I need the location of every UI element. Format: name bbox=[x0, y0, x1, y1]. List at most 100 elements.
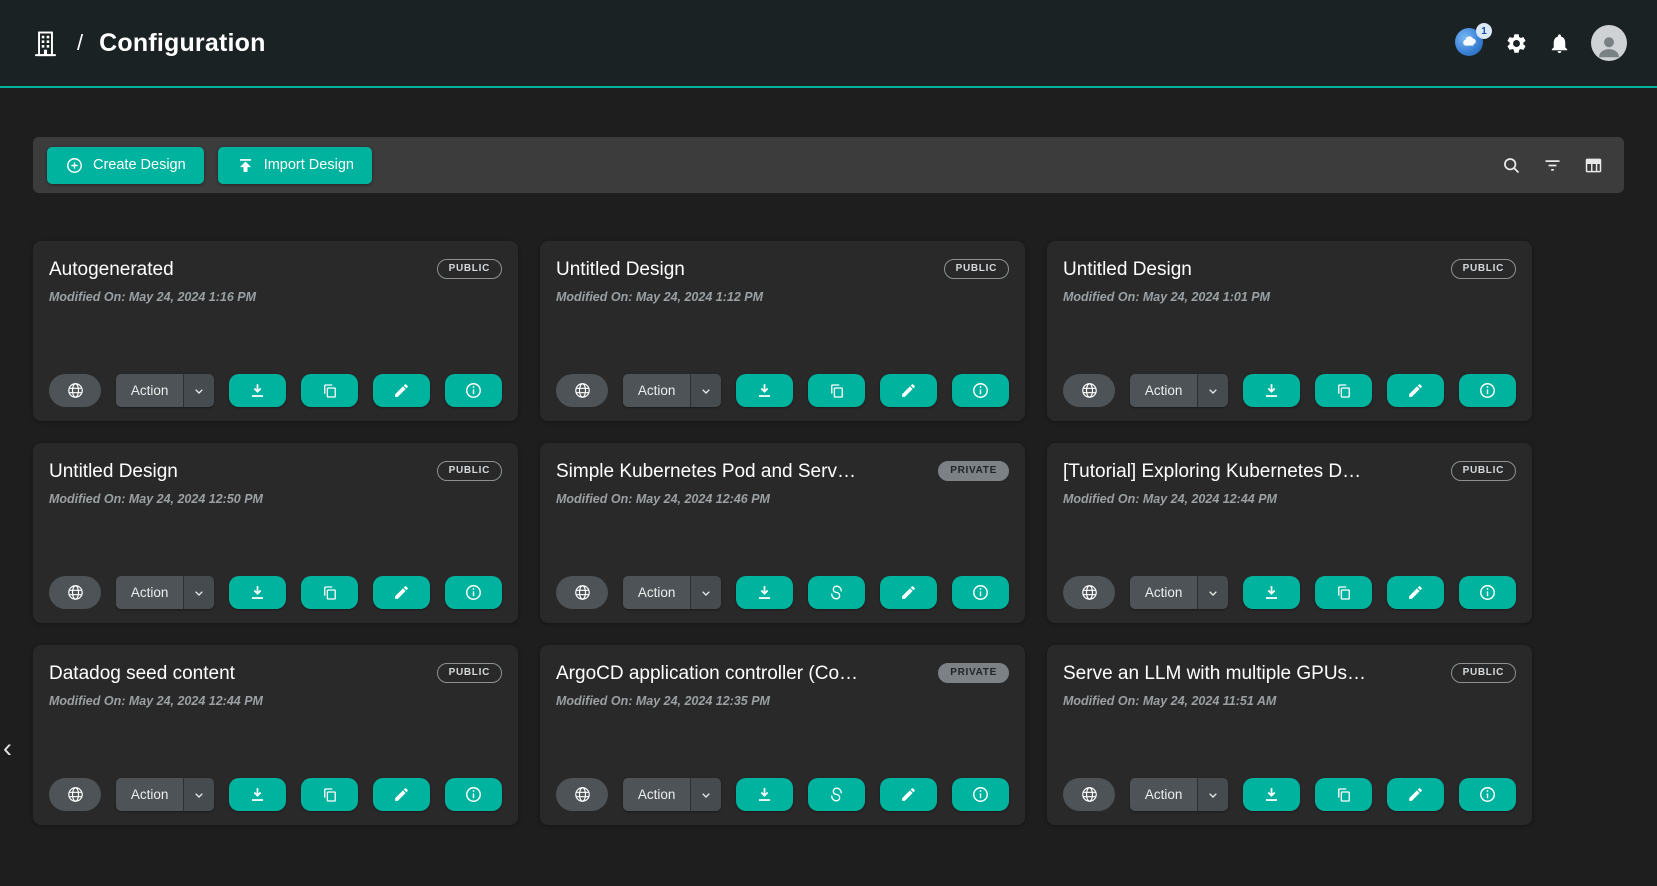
filter-button[interactable] bbox=[1542, 155, 1563, 176]
info-button[interactable] bbox=[445, 374, 502, 407]
info-icon bbox=[1478, 381, 1497, 400]
visibility-badge[interactable]: PUBLIC bbox=[1451, 461, 1516, 481]
download-button[interactable] bbox=[1243, 778, 1300, 811]
action-dropdown-caret[interactable] bbox=[1197, 374, 1228, 407]
action-split-button: Action bbox=[623, 778, 722, 811]
visibility-badge[interactable]: PUBLIC bbox=[1451, 259, 1516, 279]
action-button[interactable]: Action bbox=[116, 576, 184, 609]
info-button[interactable] bbox=[445, 576, 502, 609]
copy-button[interactable] bbox=[1315, 576, 1372, 609]
action-split-button: Action bbox=[1130, 778, 1229, 811]
visibility-globe-button[interactable] bbox=[556, 778, 608, 811]
create-design-button[interactable]: Create Design bbox=[47, 147, 204, 184]
design-card: Simple Kubernetes Pod and Serv… PRIVATE … bbox=[540, 443, 1025, 623]
edit-button[interactable] bbox=[373, 576, 430, 609]
drawer-collapse-chevron[interactable]: ‹ bbox=[1, 733, 14, 764]
design-card: Serve an LLM with multiple GPUs… PUBLIC … bbox=[1047, 645, 1532, 825]
copy-button[interactable] bbox=[301, 778, 358, 811]
action-button[interactable]: Action bbox=[116, 374, 184, 407]
kanvas-button[interactable] bbox=[808, 778, 865, 811]
action-dropdown-caret[interactable] bbox=[183, 576, 214, 609]
info-button[interactable] bbox=[1459, 778, 1516, 811]
visibility-globe-button[interactable] bbox=[49, 778, 101, 811]
action-dropdown-caret[interactable] bbox=[690, 576, 721, 609]
action-button[interactable]: Action bbox=[1130, 374, 1198, 407]
user-menu-button[interactable] bbox=[1591, 25, 1627, 61]
info-button[interactable] bbox=[1459, 374, 1516, 407]
download-button[interactable] bbox=[1243, 576, 1300, 609]
table-view-button[interactable] bbox=[1583, 155, 1604, 176]
action-button[interactable]: Action bbox=[623, 778, 691, 811]
copy-icon bbox=[1335, 786, 1353, 804]
action-dropdown-caret[interactable] bbox=[690, 374, 721, 407]
visibility-badge[interactable]: PUBLIC bbox=[437, 461, 502, 481]
info-button[interactable] bbox=[1459, 576, 1516, 609]
info-button[interactable] bbox=[952, 576, 1009, 609]
cloud-status-icon: 1 bbox=[1455, 28, 1485, 58]
visibility-badge[interactable]: PRIVATE bbox=[938, 663, 1009, 683]
building-logo-icon[interactable] bbox=[30, 28, 61, 59]
action-button[interactable]: Action bbox=[1130, 778, 1198, 811]
action-split-button: Action bbox=[116, 374, 215, 407]
action-button[interactable]: Action bbox=[623, 374, 691, 407]
edit-button[interactable] bbox=[880, 778, 937, 811]
download-button[interactable] bbox=[229, 374, 286, 407]
edit-button[interactable] bbox=[1387, 576, 1444, 609]
action-split-button: Action bbox=[623, 374, 722, 407]
download-button[interactable] bbox=[229, 576, 286, 609]
kanvas-button[interactable] bbox=[808, 576, 865, 609]
search-button[interactable] bbox=[1501, 155, 1522, 176]
action-dropdown-caret[interactable] bbox=[183, 778, 214, 811]
visibility-globe-button[interactable] bbox=[49, 576, 101, 609]
import-design-label: Import Design bbox=[264, 157, 354, 173]
download-button[interactable] bbox=[229, 778, 286, 811]
cloud-status-button[interactable]: 1 bbox=[1455, 28, 1485, 58]
download-button[interactable] bbox=[736, 778, 793, 811]
designs-grid: Autogenerated PUBLIC Modified On: May 24… bbox=[33, 241, 1624, 825]
pencil-icon bbox=[900, 786, 917, 803]
visibility-globe-button[interactable] bbox=[1063, 374, 1115, 407]
edit-button[interactable] bbox=[880, 576, 937, 609]
notifications-button[interactable] bbox=[1548, 32, 1571, 55]
copy-button[interactable] bbox=[808, 374, 865, 407]
visibility-badge[interactable]: PRIVATE bbox=[938, 461, 1009, 481]
action-dropdown-caret[interactable] bbox=[690, 778, 721, 811]
copy-button[interactable] bbox=[1315, 374, 1372, 407]
copy-button[interactable] bbox=[1315, 778, 1372, 811]
download-button[interactable] bbox=[1243, 374, 1300, 407]
import-design-button[interactable]: Import Design bbox=[218, 147, 372, 184]
visibility-badge[interactable]: PUBLIC bbox=[944, 259, 1009, 279]
settings-button[interactable] bbox=[1505, 32, 1528, 55]
visibility-globe-button[interactable] bbox=[49, 374, 101, 407]
download-button[interactable] bbox=[736, 374, 793, 407]
edit-button[interactable] bbox=[1387, 778, 1444, 811]
design-title: Untitled Design bbox=[556, 259, 685, 281]
action-button[interactable]: Action bbox=[116, 778, 184, 811]
visibility-globe-button[interactable] bbox=[556, 374, 608, 407]
action-dropdown-caret[interactable] bbox=[1197, 778, 1228, 811]
copy-button[interactable] bbox=[301, 374, 358, 407]
edit-button[interactable] bbox=[373, 374, 430, 407]
edit-button[interactable] bbox=[373, 778, 430, 811]
globe-icon bbox=[66, 381, 85, 400]
download-icon bbox=[755, 381, 774, 400]
visibility-badge[interactable]: PUBLIC bbox=[1451, 663, 1516, 683]
download-button[interactable] bbox=[736, 576, 793, 609]
info-button[interactable] bbox=[952, 374, 1009, 407]
info-button[interactable] bbox=[445, 778, 502, 811]
action-dropdown-caret[interactable] bbox=[183, 374, 214, 407]
copy-button[interactable] bbox=[301, 576, 358, 609]
action-button[interactable]: Action bbox=[623, 576, 691, 609]
visibility-badge[interactable]: PUBLIC bbox=[437, 663, 502, 683]
visibility-globe-button[interactable] bbox=[1063, 778, 1115, 811]
edit-button[interactable] bbox=[1387, 374, 1444, 407]
action-dropdown-caret[interactable] bbox=[1197, 576, 1228, 609]
edit-button[interactable] bbox=[880, 374, 937, 407]
action-button[interactable]: Action bbox=[1130, 576, 1198, 609]
visibility-globe-button[interactable] bbox=[556, 576, 608, 609]
visibility-globe-button[interactable] bbox=[1063, 576, 1115, 609]
globe-icon bbox=[573, 381, 592, 400]
visibility-badge[interactable]: PUBLIC bbox=[437, 259, 502, 279]
info-button[interactable] bbox=[952, 778, 1009, 811]
header-actions: 1 bbox=[1455, 25, 1627, 61]
